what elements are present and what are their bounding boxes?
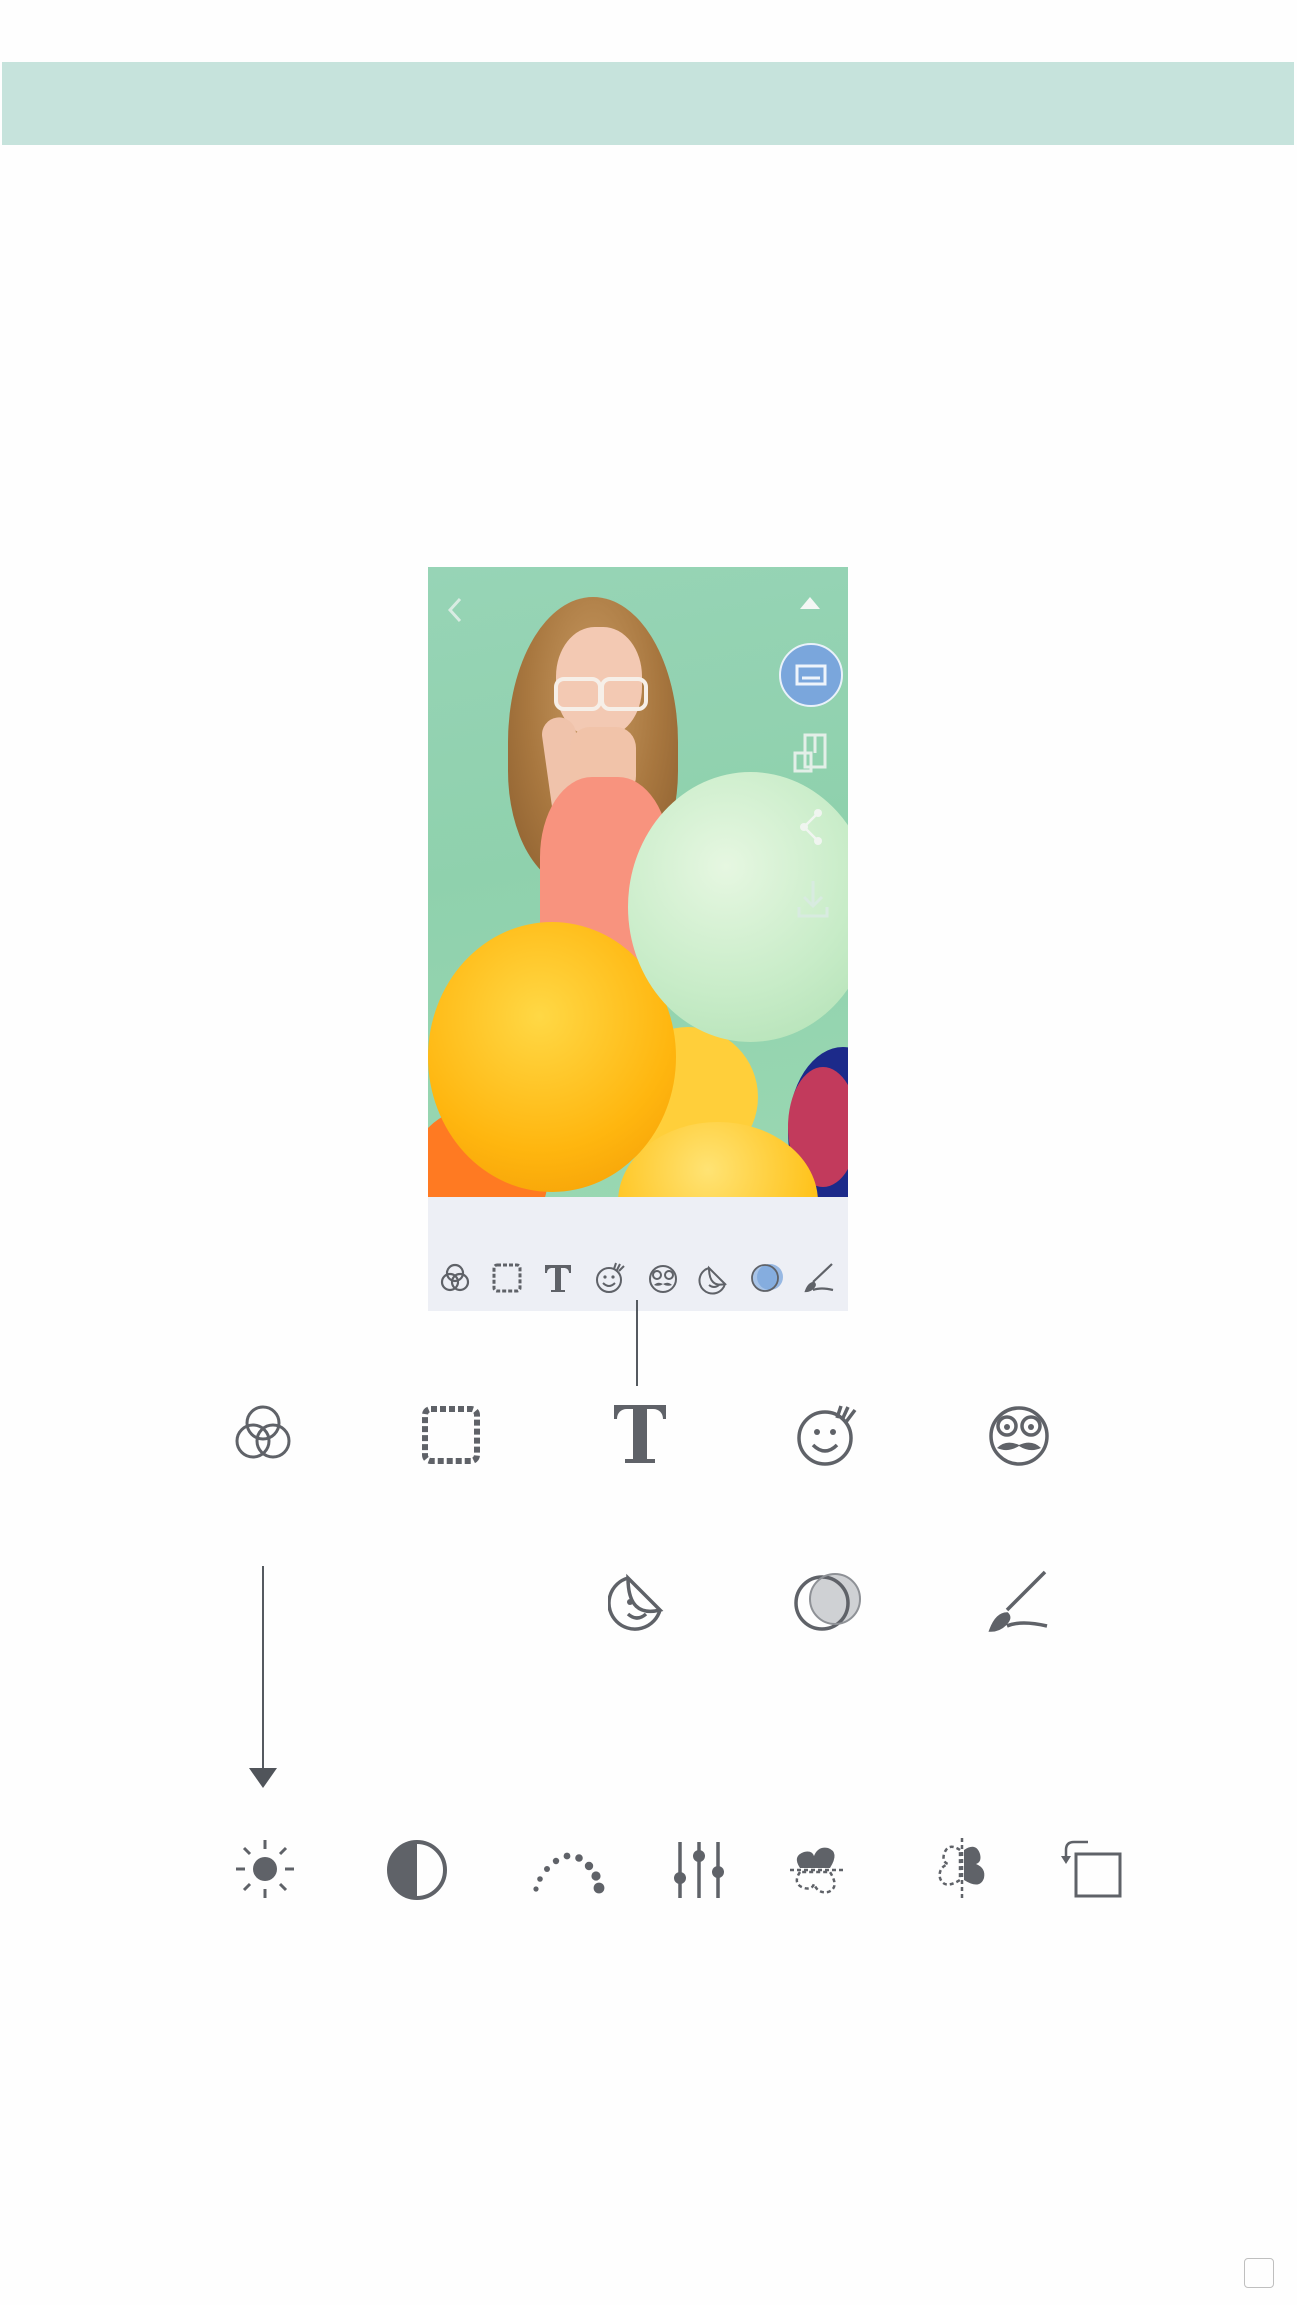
sliders-icon bbox=[672, 1838, 726, 1902]
border-icon[interactable] bbox=[489, 1260, 525, 1296]
expand-up-icon[interactable] bbox=[798, 595, 822, 616]
share-icon[interactable] bbox=[796, 807, 830, 852]
phone-screen bbox=[428, 567, 848, 1311]
brightness-icon bbox=[234, 1838, 296, 1900]
print-icon[interactable] bbox=[778, 642, 844, 713]
filter-icon bbox=[228, 1398, 298, 1468]
save-icon[interactable] bbox=[796, 879, 830, 924]
flip-horizontal-icon bbox=[930, 1836, 994, 1902]
blend-icon[interactable] bbox=[749, 1260, 785, 1296]
face-sticker-icon bbox=[983, 1400, 1055, 1468]
brush-icon bbox=[983, 1568, 1055, 1634]
arrow-line bbox=[262, 1566, 264, 1776]
back-chevron-icon[interactable] bbox=[444, 595, 466, 630]
sticker-icon bbox=[793, 1400, 865, 1468]
sticker-icon[interactable] bbox=[592, 1260, 628, 1296]
collage-icon[interactable] bbox=[793, 733, 829, 778]
blend-icon bbox=[792, 1568, 864, 1634]
brush-icon[interactable] bbox=[801, 1260, 837, 1296]
photo-preview bbox=[428, 567, 848, 1197]
rotate-icon bbox=[1058, 1834, 1126, 1902]
text-icon[interactable] bbox=[540, 1260, 576, 1296]
flip-vertical-icon bbox=[786, 1838, 850, 1902]
border-icon bbox=[420, 1404, 482, 1466]
page-corner-box bbox=[1244, 2258, 1274, 2288]
contrast-icon bbox=[385, 1838, 449, 1902]
saturation-icon bbox=[530, 1845, 606, 1897]
peel-sticker-icon[interactable] bbox=[697, 1260, 733, 1296]
arrow-head-icon bbox=[249, 1768, 277, 1790]
text-icon bbox=[611, 1402, 669, 1466]
header-band bbox=[2, 62, 1294, 145]
peel-sticker-icon bbox=[608, 1568, 672, 1634]
filter-icon[interactable] bbox=[437, 1260, 473, 1296]
connector-line bbox=[636, 1300, 638, 1386]
face-sticker-icon[interactable] bbox=[645, 1260, 681, 1296]
